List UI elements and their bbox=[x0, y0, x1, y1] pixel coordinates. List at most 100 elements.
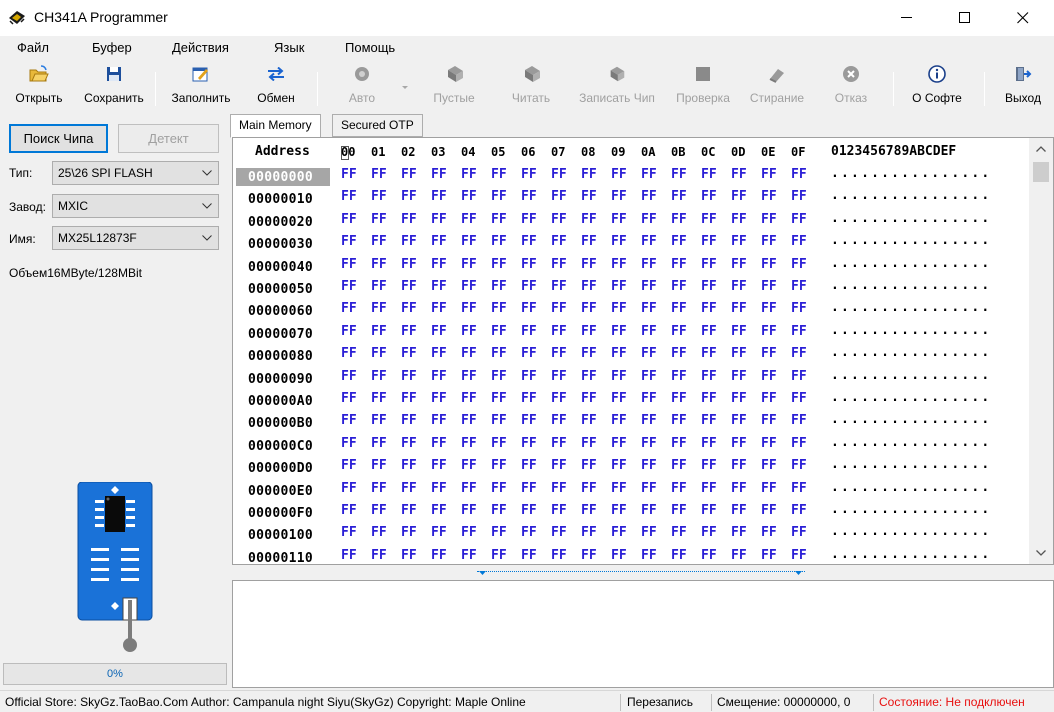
hex-byte-cell[interactable]: FF bbox=[581, 257, 597, 272]
hex-byte-cell[interactable]: FF bbox=[791, 436, 807, 451]
hex-byte-cell[interactable]: FF bbox=[521, 212, 537, 227]
close-button[interactable] bbox=[1000, 0, 1046, 36]
hex-byte-cell[interactable]: FF bbox=[521, 234, 537, 249]
hex-byte-cell[interactable]: FF bbox=[581, 525, 597, 540]
hex-byte-cell[interactable]: FF bbox=[701, 324, 717, 339]
hex-byte-cell[interactable]: FF bbox=[401, 525, 417, 540]
minimize-button[interactable] bbox=[884, 0, 930, 36]
hex-byte-cell[interactable]: FF bbox=[431, 234, 447, 249]
hex-byte-cell[interactable]: FF bbox=[551, 458, 567, 473]
hex-byte-cell[interactable]: FF bbox=[521, 413, 537, 428]
hex-byte-cell[interactable]: FF bbox=[551, 167, 567, 182]
hex-byte-cell[interactable]: FF bbox=[791, 167, 807, 182]
hex-byte-cell[interactable]: FF bbox=[521, 369, 537, 384]
hex-byte-cell[interactable]: FF bbox=[341, 279, 357, 294]
hex-byte-cell[interactable]: FF bbox=[641, 458, 657, 473]
hex-byte-cell[interactable]: FF bbox=[731, 413, 747, 428]
hex-byte-cell[interactable]: FF bbox=[671, 257, 687, 272]
hex-byte-cell[interactable]: FF bbox=[401, 548, 417, 563]
hex-byte-cell[interactable]: FF bbox=[371, 346, 387, 361]
hex-row[interactable]: 00000060 FF FF FF FF FF FF FF FF FF FF FF FF FF FF FF FF… bbox=[233, 299, 1028, 321]
hex-byte-cell[interactable]: FF bbox=[791, 458, 807, 473]
hex-byte-cell[interactable]: FF bbox=[521, 324, 537, 339]
hex-byte-cell[interactable]: FF bbox=[551, 234, 567, 249]
hex-byte-cell[interactable]: FF bbox=[431, 481, 447, 496]
hex-byte-cell[interactable]: FF bbox=[611, 346, 627, 361]
hex-byte-cell[interactable]: FF bbox=[461, 257, 477, 272]
hex-byte-cell[interactable]: FF bbox=[491, 212, 507, 227]
hex-byte-cell[interactable]: FF bbox=[341, 234, 357, 249]
hex-byte-cell[interactable]: FF bbox=[611, 234, 627, 249]
menu-buffer[interactable]: Буфер bbox=[92, 40, 132, 55]
hex-byte-cell[interactable]: FF bbox=[371, 212, 387, 227]
hex-row[interactable]: 000000A0 FF FF FF FF FF FF FF FF FF FF FF FF FF FF FF FF… bbox=[233, 389, 1028, 411]
hex-byte-cell[interactable]: FF bbox=[641, 346, 657, 361]
chip-vendor-select[interactable]: MXIC bbox=[52, 194, 219, 218]
hex-row[interactable]: 00000050 FF FF FF FF FF FF FF FF FF FF FF FF FF FF FF FF… bbox=[233, 277, 1028, 299]
hex-byte-cell[interactable]: FF bbox=[491, 301, 507, 316]
hex-byte-cell[interactable]: FF bbox=[491, 436, 507, 451]
hex-byte-cell[interactable]: FF bbox=[611, 503, 627, 518]
hex-row[interactable]: 00000030 FF FF FF FF FF FF FF FF FF FF FF FF FF FF FF FF… bbox=[233, 232, 1028, 254]
hex-byte-cell[interactable]: FF bbox=[761, 301, 777, 316]
hex-byte-cell[interactable]: FF bbox=[641, 481, 657, 496]
hex-byte-cell[interactable]: FF bbox=[611, 301, 627, 316]
hex-byte-cell[interactable]: FF bbox=[491, 413, 507, 428]
hex-byte-cell[interactable]: FF bbox=[611, 525, 627, 540]
hex-byte-cell[interactable]: FF bbox=[431, 257, 447, 272]
hex-byte-cell[interactable]: FF bbox=[491, 324, 507, 339]
hex-byte-cell[interactable]: FF bbox=[401, 301, 417, 316]
hex-byte-cell[interactable]: FF bbox=[521, 257, 537, 272]
hex-byte-cell[interactable]: FF bbox=[671, 436, 687, 451]
hex-byte-cell[interactable]: FF bbox=[791, 503, 807, 518]
hex-byte-cell[interactable]: FF bbox=[461, 346, 477, 361]
hex-byte-cell[interactable]: FF bbox=[641, 548, 657, 563]
hex-byte-cell[interactable]: FF bbox=[491, 503, 507, 518]
hex-byte-cell[interactable]: FF bbox=[671, 212, 687, 227]
hex-byte-cell[interactable]: FF bbox=[341, 369, 357, 384]
hex-byte-cell[interactable]: FF bbox=[761, 458, 777, 473]
hex-byte-cell[interactable]: FF bbox=[701, 301, 717, 316]
hex-byte-cell[interactable]: FF bbox=[791, 257, 807, 272]
hex-byte-cell[interactable]: FF bbox=[611, 369, 627, 384]
hex-byte-cell[interactable]: FF bbox=[461, 167, 477, 182]
hex-byte-cell[interactable]: FF bbox=[581, 458, 597, 473]
hex-row[interactable]: 00000100 FF FF FF FF FF FF FF FF FF FF FF FF FF FF FF FF… bbox=[233, 523, 1028, 545]
maximize-button[interactable] bbox=[942, 0, 988, 36]
hex-row[interactable]: 00000090 FF FF FF FF FF FF FF FF FF FF FF FF FF FF FF FF… bbox=[233, 367, 1028, 389]
hex-byte-cell[interactable]: FF bbox=[731, 189, 747, 204]
hex-byte-cell[interactable]: FF bbox=[341, 525, 357, 540]
hex-byte-cell[interactable]: FF bbox=[731, 301, 747, 316]
hex-byte-cell[interactable]: FF bbox=[551, 413, 567, 428]
hex-byte-cell[interactable]: FF bbox=[371, 413, 387, 428]
hex-byte-cell[interactable]: FF bbox=[461, 234, 477, 249]
hex-byte-cell[interactable]: FF bbox=[371, 167, 387, 182]
hex-byte-cell[interactable]: FF bbox=[521, 548, 537, 563]
hex-byte-cell[interactable]: FF bbox=[461, 548, 477, 563]
hex-byte-cell[interactable]: FF bbox=[371, 481, 387, 496]
hex-byte-cell[interactable]: FF bbox=[551, 525, 567, 540]
hex-byte-cell[interactable]: FF bbox=[701, 369, 717, 384]
hex-byte-cell[interactable]: FF bbox=[491, 279, 507, 294]
hex-byte-cell[interactable]: FF bbox=[551, 369, 567, 384]
hex-byte-cell[interactable]: FF bbox=[401, 481, 417, 496]
hex-byte-cell[interactable]: FF bbox=[341, 324, 357, 339]
detect-button[interactable]: Детект bbox=[118, 124, 219, 153]
hex-byte-cell[interactable]: FF bbox=[701, 167, 717, 182]
hex-byte-cell[interactable]: FF bbox=[551, 279, 567, 294]
hex-row[interactable]: 000000F0 FF FF FF FF FF FF FF FF FF FF FF FF FF FF FF FF… bbox=[233, 501, 1028, 523]
hex-byte-cell[interactable]: FF bbox=[341, 189, 357, 204]
hex-byte-cell[interactable]: FF bbox=[761, 503, 777, 518]
hex-byte-cell[interactable]: FF bbox=[461, 391, 477, 406]
fill-button[interactable]: Заполнить bbox=[166, 62, 236, 110]
hex-byte-cell[interactable]: FF bbox=[701, 481, 717, 496]
hex-byte-cell[interactable]: FF bbox=[791, 525, 807, 540]
hex-byte-cell[interactable]: FF bbox=[641, 391, 657, 406]
auto-button[interactable]: Авто bbox=[340, 62, 384, 110]
hex-byte-cell[interactable]: FF bbox=[731, 525, 747, 540]
hex-row[interactable]: 000000D0 FF FF FF FF FF FF FF FF FF FF FF FF FF FF FF FF… bbox=[233, 456, 1028, 478]
hex-byte-cell[interactable]: FF bbox=[431, 369, 447, 384]
hex-byte-cell[interactable]: FF bbox=[611, 548, 627, 563]
hex-byte-cell[interactable]: FF bbox=[701, 548, 717, 563]
hex-byte-cell[interactable]: FF bbox=[431, 525, 447, 540]
